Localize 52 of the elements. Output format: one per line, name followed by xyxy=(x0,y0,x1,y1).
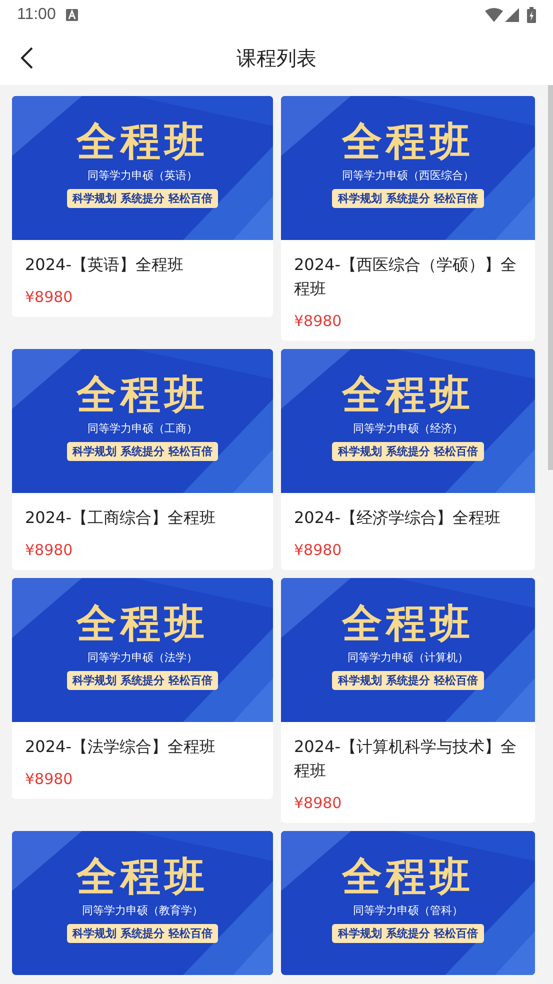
wifi-icon xyxy=(485,8,503,22)
banner-title: 全程班 xyxy=(76,118,208,166)
banner-tagline: 科学规划 系统提分 轻松百倍 xyxy=(332,189,484,208)
banner-tagline: 科学规划 系统提分 轻松百倍 xyxy=(332,671,484,690)
battery-icon xyxy=(527,7,536,23)
course-price: ¥8980 xyxy=(25,769,74,789)
banner-subtitle: 同等学力申硕（英语） xyxy=(88,168,198,184)
banner-subtitle: 同等学力申硕（计算机） xyxy=(348,650,468,666)
notification-icon xyxy=(66,9,78,21)
course-card[interactable]: 全程班 同等学力申硕（计算机） 科学规划 系统提分 轻松百倍 2024-【计算机科学与技术】全程班 ¥8980 xyxy=(281,578,535,823)
banner-subtitle: 同等学力申硕（经济） xyxy=(353,421,463,437)
course-card[interactable]: 全程班 同等学力申硕（教育学） 科学规划 系统提分 轻松百倍 xyxy=(12,831,273,975)
course-card[interactable]: 全程班 同等学力申硕（法学） 科学规划 系统提分 轻松百倍 2024-【法学综合】全程班 ¥8980 xyxy=(12,578,273,799)
course-price: ¥8980 xyxy=(294,540,343,560)
course-name: 2024-【计算机科学与技术】全程班 xyxy=(294,736,518,782)
course-name: 2024-【法学综合】全程班 xyxy=(25,736,216,758)
banner-title: 全程班 xyxy=(342,371,474,419)
banner-title: 全程班 xyxy=(76,853,208,901)
course-name: 2024-【西医综合（学硕）】全程班 xyxy=(294,254,518,300)
back-icon xyxy=(20,46,34,70)
page-title: 课程列表 xyxy=(236,44,316,72)
banner-title: 全程班 xyxy=(76,371,208,419)
course-price: ¥8980 xyxy=(294,793,343,813)
status-time: 11:00 xyxy=(17,5,56,25)
banner-title: 全程班 xyxy=(342,600,474,648)
course-card[interactable]: 全程班 同等学力申硕（经济） 科学规划 系统提分 轻松百倍 2024-【经济学综合】全程班 ¥8980 xyxy=(281,349,535,570)
banner-subtitle: 同等学力申硕（工商） xyxy=(88,421,198,437)
course-card[interactable]: 全程班 同等学力申硕（英语） 科学规划 系统提分 轻松百倍 2024-【英语】全程班 ¥8980 xyxy=(12,96,273,317)
banner-subtitle: 同等学力申硕（西医综合） xyxy=(342,168,474,184)
course-card[interactable]: 全程班 同等学力申硕（工商） 科学规划 系统提分 轻松百倍 2024-【工商综合】全程班 ¥8980 xyxy=(12,349,273,570)
course-price: ¥8980 xyxy=(25,540,74,560)
banner-title: 全程班 xyxy=(342,853,474,901)
banner-tagline: 科学规划 系统提分 轻松百倍 xyxy=(66,671,218,690)
banner-title: 全程班 xyxy=(342,118,474,166)
course-name: 2024-【经济学综合】全程班 xyxy=(294,507,502,529)
banner-subtitle: 同等学力申硕（管科） xyxy=(353,903,463,919)
course-price: ¥8980 xyxy=(25,287,74,307)
banner-subtitle: 同等学力申硕（法学） xyxy=(88,650,198,666)
course-price: ¥8980 xyxy=(294,311,343,331)
banner-subtitle: 同等学力申硕（教育学） xyxy=(82,903,203,919)
course-name: 2024-【工商综合】全程班 xyxy=(25,507,216,529)
course-card[interactable]: 全程班 同等学力申硕（西医综合） 科学规划 系统提分 轻松百倍 2024-【西医综合（学硕）】全程班 ¥8980 xyxy=(281,96,535,341)
signal-icon xyxy=(505,8,519,22)
banner-tagline: 科学规划 系统提分 轻松百倍 xyxy=(332,442,484,461)
banner-tagline: 科学规划 系统提分 轻松百倍 xyxy=(332,924,484,943)
course-card[interactable]: 全程班 同等学力申硕（管科） 科学规划 系统提分 轻松百倍 xyxy=(281,831,535,975)
course-name: 2024-【英语】全程班 xyxy=(25,254,184,276)
banner-title: 全程班 xyxy=(76,600,208,648)
banner-tagline: 科学规划 系统提分 轻松百倍 xyxy=(66,442,218,461)
banner-tagline: 科学规划 系统提分 轻松百倍 xyxy=(66,189,218,208)
scrollbar[interactable] xyxy=(548,85,553,470)
banner-tagline: 科学规划 系统提分 轻松百倍 xyxy=(66,924,218,943)
